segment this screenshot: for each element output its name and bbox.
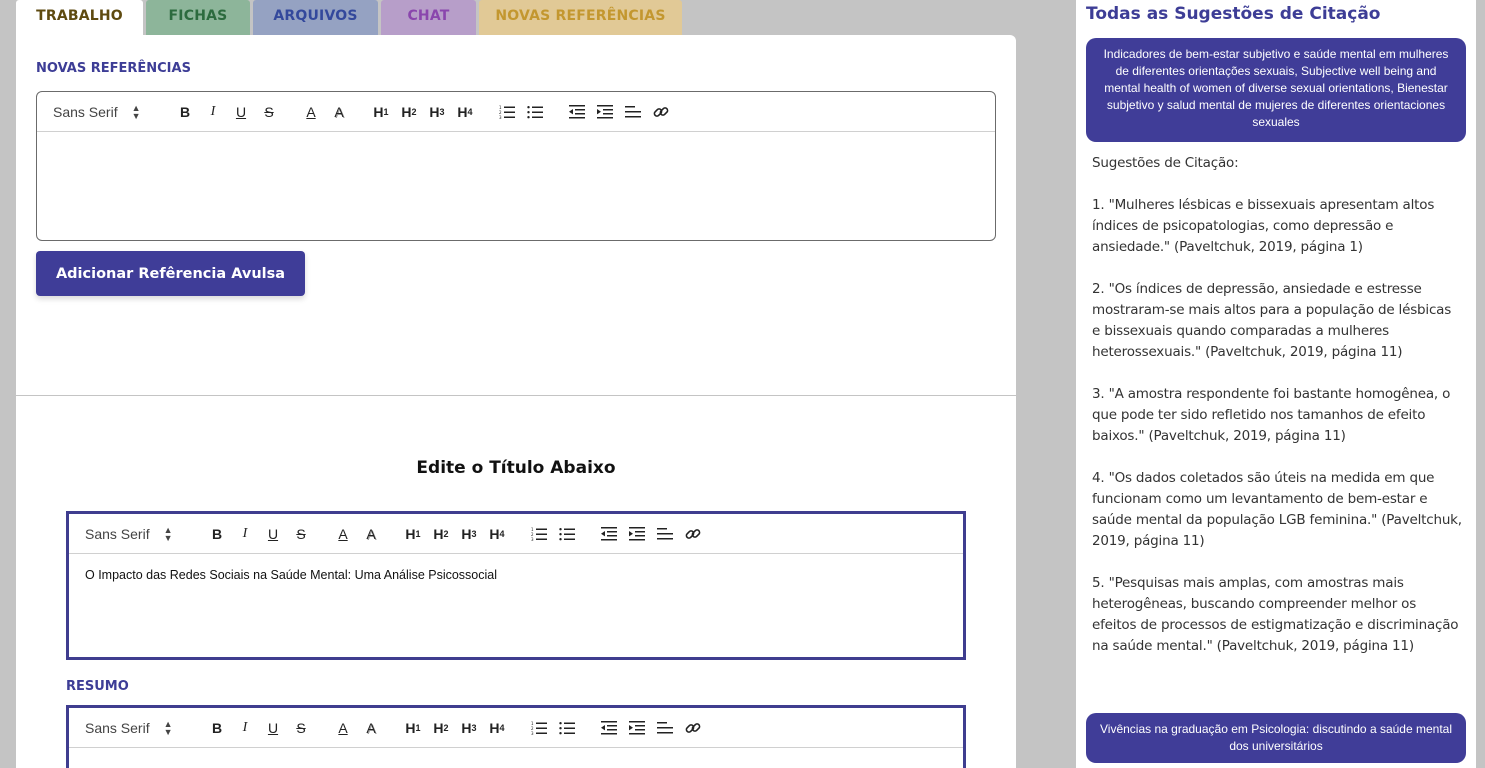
link-icon[interactable] bbox=[647, 100, 675, 124]
bullet-list-icon[interactable] bbox=[553, 522, 581, 546]
source-card[interactable]: Vivências na graduação em Psicologia: di… bbox=[1086, 713, 1466, 763]
text-color-button[interactable]: A bbox=[329, 522, 357, 546]
resumo-editor-toolbar: Sans Serif ▲ ▼ B I U S A A H1 H2 H3 H4 12… bbox=[69, 708, 963, 748]
new-reference-editor: Sans Serif ▲ ▼ B I U S A A H1 H2 H3 H4 12… bbox=[36, 91, 996, 241]
tab-arquivos[interactable]: ARQUIVOS bbox=[253, 0, 378, 36]
outdent-icon[interactable] bbox=[563, 100, 591, 124]
align-icon[interactable] bbox=[651, 522, 679, 546]
indent-icon[interactable] bbox=[591, 100, 619, 124]
ordered-list-icon[interactable]: 123 bbox=[525, 522, 553, 546]
ordered-list-icon[interactable]: 123 bbox=[493, 100, 521, 124]
bullet-list-icon[interactable] bbox=[521, 100, 549, 124]
citation-sidebar: Todas as Sugestões de Citação Indicadore… bbox=[1076, 0, 1476, 768]
tab-chat[interactable]: CHAT bbox=[381, 0, 476, 36]
citation-list: Sugestões de Citação: 1. "Mulheres lésbi… bbox=[1092, 153, 1462, 678]
edit-title-heading: Edite o Título Abaixo bbox=[416, 458, 616, 478]
indent-icon[interactable] bbox=[623, 716, 651, 740]
background-color-button[interactable]: A bbox=[325, 100, 353, 124]
font-select-value: Sans Serif bbox=[85, 525, 150, 542]
chevron-updown-icon: ▲ ▼ bbox=[131, 102, 141, 121]
font-select[interactable]: Sans Serif ▲ ▼ bbox=[85, 718, 203, 737]
citation-item: 5. "Pesquisas mais amplas, com amostras … bbox=[1092, 575, 1459, 654]
new-references-panel: NOVAS REFERÊNCIAS Sans Serif ▲ ▼ B I U S … bbox=[16, 35, 1016, 395]
bold-button[interactable]: B bbox=[171, 100, 199, 124]
svg-text:3: 3 bbox=[531, 537, 534, 541]
bold-button[interactable]: B bbox=[203, 522, 231, 546]
chevron-updown-icon: ▲ ▼ bbox=[163, 718, 173, 737]
section-label-resumo: RESUMO bbox=[66, 679, 129, 694]
h4-button[interactable]: H4 bbox=[483, 716, 511, 740]
section-label-novas-referencias: NOVAS REFERÊNCIAS bbox=[36, 61, 191, 76]
resumo-editor: Sans Serif ▲ ▼ B I U S A A H1 H2 H3 H4 12… bbox=[66, 705, 966, 768]
ordered-list-icon[interactable]: 123 bbox=[525, 716, 553, 740]
citation-item: 4. "Os dados coletados são úteis na medi… bbox=[1092, 470, 1462, 549]
h3-button[interactable]: H3 bbox=[455, 716, 483, 740]
background-color-button[interactable]: A bbox=[357, 522, 385, 546]
h4-button[interactable]: H4 bbox=[483, 522, 511, 546]
new-reference-text-area[interactable] bbox=[37, 132, 995, 240]
outdent-icon[interactable] bbox=[595, 522, 623, 546]
font-select-value: Sans Serif bbox=[53, 103, 118, 120]
align-icon[interactable] bbox=[651, 716, 679, 740]
text-color-button[interactable]: A bbox=[297, 100, 325, 124]
h2-button[interactable]: H2 bbox=[395, 100, 423, 124]
h3-button[interactable]: H3 bbox=[423, 100, 451, 124]
outdent-icon[interactable] bbox=[595, 716, 623, 740]
link-icon[interactable] bbox=[679, 716, 707, 740]
bold-button[interactable]: B bbox=[203, 716, 231, 740]
font-select[interactable]: Sans Serif ▲ ▼ bbox=[85, 524, 203, 543]
title-text-area[interactable]: O Impacto das Redes Sociais na Saúde Men… bbox=[69, 554, 963, 596]
h2-button[interactable]: H2 bbox=[427, 522, 455, 546]
italic-button[interactable]: I bbox=[231, 522, 259, 546]
text-color-button[interactable]: A bbox=[329, 716, 357, 740]
indent-icon[interactable] bbox=[623, 522, 651, 546]
chevron-updown-icon: ▲ ▼ bbox=[163, 524, 173, 543]
strike-button[interactable]: S bbox=[255, 100, 283, 124]
citation-item: 1. "Mulheres lésbicas e bissexuais apres… bbox=[1092, 197, 1435, 255]
add-reference-button[interactable]: Adicionar Refêrencia Avulsa bbox=[36, 251, 305, 296]
citation-item: 2. "Os índices de depressão, ansiedade e… bbox=[1092, 281, 1452, 360]
svg-text:3: 3 bbox=[531, 731, 534, 735]
h4-button[interactable]: H4 bbox=[451, 100, 479, 124]
tab-fichas[interactable]: FICHAS bbox=[146, 0, 250, 36]
tab-novas-referencias[interactable]: NOVAS REFERÊNCIAS bbox=[479, 0, 682, 36]
h2-button[interactable]: H2 bbox=[427, 716, 455, 740]
underline-button[interactable]: U bbox=[259, 522, 287, 546]
font-select[interactable]: Sans Serif ▲ ▼ bbox=[53, 102, 171, 121]
underline-button[interactable]: U bbox=[259, 716, 287, 740]
sidebar-title: Todas as Sugestões de Citação bbox=[1086, 4, 1381, 24]
h1-button[interactable]: H1 bbox=[399, 716, 427, 740]
h1-button[interactable]: H1 bbox=[399, 522, 427, 546]
title-editor-toolbar: Sans Serif ▲ ▼ B I U S A A H1 H2 H3 H4 12… bbox=[69, 514, 963, 554]
citation-item: 3. "A amostra respondente foi bastante h… bbox=[1092, 386, 1451, 444]
background-color-button[interactable]: A bbox=[357, 716, 385, 740]
bullet-list-icon[interactable] bbox=[553, 716, 581, 740]
tab-trabalho[interactable]: TRABALHO bbox=[16, 0, 143, 36]
resumo-text-area[interactable] bbox=[69, 748, 963, 768]
italic-button[interactable]: I bbox=[231, 716, 259, 740]
underline-button[interactable]: U bbox=[227, 100, 255, 124]
h3-button[interactable]: H3 bbox=[455, 522, 483, 546]
title-editor: Sans Serif ▲ ▼ B I U S A A H1 H2 H3 H4 12… bbox=[66, 511, 966, 660]
strike-button[interactable]: S bbox=[287, 716, 315, 740]
link-icon[interactable] bbox=[679, 522, 707, 546]
tab-bar: TRABALHO FICHAS ARQUIVOS CHAT NOVAS REFE… bbox=[16, 0, 685, 36]
strike-button[interactable]: S bbox=[287, 522, 315, 546]
document-panel: Edite o Título Abaixo Sans Serif ▲ ▼ B I … bbox=[16, 396, 1016, 768]
h1-button[interactable]: H1 bbox=[367, 100, 395, 124]
svg-text:3: 3 bbox=[499, 115, 502, 119]
editor-toolbar: Sans Serif ▲ ▼ B I U S A A H1 H2 H3 H4 12… bbox=[37, 92, 995, 132]
italic-button[interactable]: I bbox=[199, 100, 227, 124]
citations-heading: Sugestões de Citação: bbox=[1092, 155, 1239, 171]
align-icon[interactable] bbox=[619, 100, 647, 124]
source-card[interactable]: Indicadores de bem-estar subjetivo e saú… bbox=[1086, 38, 1466, 142]
font-select-value: Sans Serif bbox=[85, 719, 150, 736]
